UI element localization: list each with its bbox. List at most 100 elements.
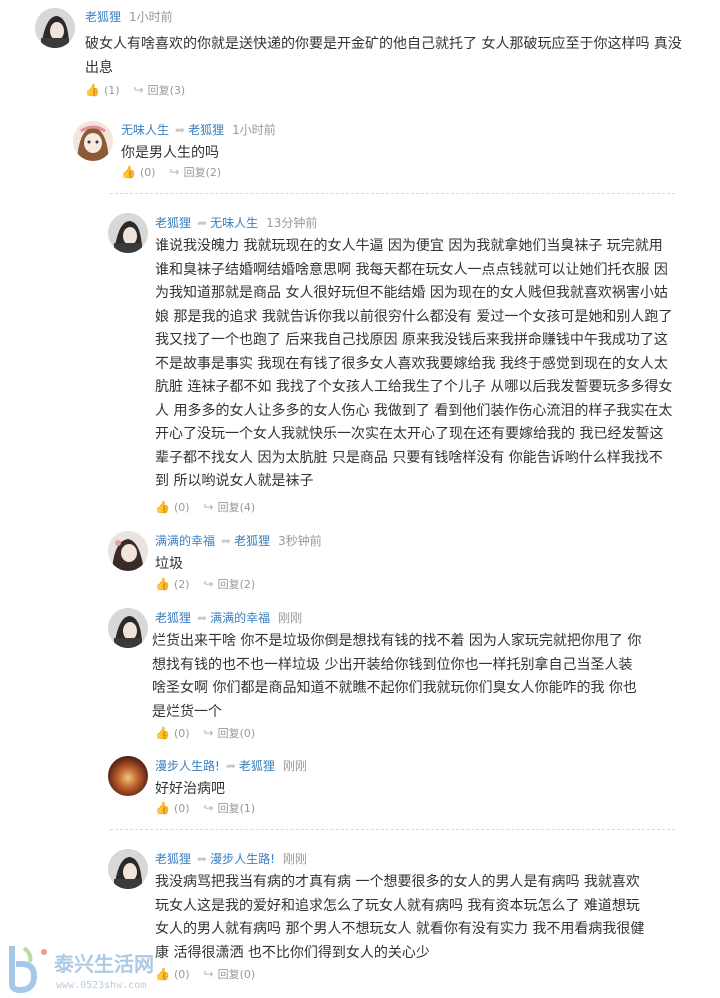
reply-button[interactable]: ↪ 回复(2): [204, 577, 256, 592]
reply-to-arrow-icon: ➦: [225, 759, 236, 773]
thumbs-up-icon: 👍: [155, 726, 170, 740]
avatar[interactable]: [35, 8, 75, 48]
username-link[interactable]: 老狐狸: [155, 611, 191, 625]
reply-label: 回复: [183, 166, 206, 179]
comment-text: 垃圾: [155, 556, 183, 572]
reply-arrow-icon: ↪: [169, 165, 180, 179]
reply-arrow-icon: ↪: [133, 83, 144, 97]
comment-text: 你是男人生的吗: [121, 145, 219, 161]
avatar[interactable]: [108, 531, 148, 571]
comment-meta: 老狐狸 1小时前: [85, 9, 173, 25]
comment-meta: 满满的幸福 ➦ 老狐狸 3秒钟前: [155, 533, 322, 549]
reply-to-user-link[interactable]: 无味人生: [210, 216, 258, 230]
timestamp: 刚刚: [282, 759, 307, 773]
reply-arrow-icon: ↪: [203, 967, 214, 981]
username-link[interactable]: 老狐狸: [85, 10, 121, 24]
like-count: (2): [173, 578, 190, 591]
username-link[interactable]: 老狐狸: [155, 216, 191, 230]
comment-actions: 👍 (0) ↪ 回复(0): [155, 726, 269, 741]
reply-arrow-icon: ↪: [203, 726, 214, 740]
comment-meta: 漫步人生路! ➦ 老狐狸 刚刚: [155, 758, 307, 774]
username-link[interactable]: 满满的幸福: [155, 534, 215, 548]
reply-button[interactable]: ↪ 回复(0): [204, 967, 256, 982]
username-link[interactable]: 漫步人生路!: [155, 759, 220, 773]
reply-count: (2): [239, 578, 256, 591]
like-count: (0): [173, 802, 190, 815]
watermark-site-name: 泰兴生活网: [53, 952, 154, 976]
divider: [110, 829, 675, 830]
watermark-logo-icon: 泰兴生活网 www.0523shw.com: [9, 946, 154, 994]
reply-label: 回复: [217, 501, 240, 514]
thumbs-up-icon: 👍: [155, 577, 170, 591]
username-link[interactable]: 老狐狸: [155, 852, 191, 866]
reply-to-arrow-icon: ➦: [221, 534, 232, 548]
comment-meta: 老狐狸 ➦ 满满的幸福 刚刚: [155, 610, 302, 626]
thumbs-up-icon: 👍: [155, 801, 170, 815]
comment-text: 烂货出来干啥 你不是垃圾你倒是想找有钱的找不着 因为人家玩完就把你甩了 你想找有…: [152, 633, 642, 720]
comment-actions: 👍 (2) ↪ 回复(2): [155, 577, 269, 592]
reply-label: 回复: [217, 802, 240, 815]
divider: [110, 193, 675, 194]
avatar[interactable]: [108, 608, 148, 648]
comment-meta: 老狐狸 ➦ 漫步人生路! 刚刚: [155, 851, 307, 867]
comment-text: 破女人有啥喜欢的你就是送快递的你要是开金矿的他自己就托了 女人那破玩应至于你这样…: [85, 36, 682, 76]
username-link[interactable]: 无味人生: [121, 123, 169, 137]
reply-label: 回复: [217, 578, 240, 591]
reply-label: 回复: [217, 968, 240, 981]
reply-button[interactable]: ↪ 回复(1): [204, 801, 256, 816]
reply-label: 回复: [217, 727, 240, 740]
reply-arrow-icon: ↪: [203, 801, 214, 815]
like-button[interactable]: 👍 (0): [121, 165, 156, 180]
timestamp: 3秒钟前: [278, 534, 322, 548]
reply-to-user-link[interactable]: 漫步人生路!: [210, 852, 275, 866]
reply-arrow-icon: ↪: [203, 577, 214, 591]
reply-to-arrow-icon: ➦: [197, 216, 208, 230]
reply-button[interactable]: ↪ 回复(4): [204, 500, 256, 515]
comment-actions: 👍 (0) ↪ 回复(4): [155, 500, 269, 515]
reply-to-arrow-icon: ➦: [197, 852, 208, 866]
reply-to-user-link[interactable]: 老狐狸: [239, 759, 275, 773]
comment-text: 我没病骂把我当有病的才真有病 一个想要很多的女人的男人是有病吗 我就喜欢玩女人这…: [155, 874, 645, 961]
reply-to-arrow-icon: ➦: [175, 123, 186, 137]
watermark-url: www.0523shw.com: [56, 980, 146, 991]
reply-button[interactable]: ↪ 回复(2): [170, 165, 222, 180]
timestamp: 1小时前: [232, 123, 276, 137]
like-button[interactable]: 👍 (1): [85, 83, 120, 98]
comment-meta: 无味人生 ➦ 老狐狸 1小时前: [121, 122, 276, 138]
timestamp: 刚刚: [278, 611, 303, 625]
timestamp: 1小时前: [129, 10, 173, 24]
like-button[interactable]: 👍 (0): [155, 500, 190, 515]
reply-to-user-link[interactable]: 老狐狸: [234, 534, 270, 548]
site-watermark: 泰兴生活网 www.0523shw.com: [0, 938, 180, 994]
comment-meta: 老狐狸 ➦ 无味人生 13分钟前: [155, 215, 317, 231]
like-count: (0): [173, 727, 190, 740]
reply-count: (3): [169, 84, 186, 97]
like-button[interactable]: 👍 (0): [155, 726, 190, 741]
like-count: (0): [139, 166, 156, 179]
comment-text: 好好治病吧: [155, 781, 225, 797]
thumbs-up-icon: 👍: [85, 83, 100, 97]
avatar[interactable]: [73, 121, 113, 161]
reply-button[interactable]: ↪ 回复(3): [134, 83, 186, 98]
reply-button[interactable]: ↪ 回复(0): [204, 726, 256, 741]
like-button[interactable]: 👍 (2): [155, 577, 190, 592]
reply-count: (0): [239, 968, 256, 981]
avatar[interactable]: [108, 756, 148, 796]
timestamp: 刚刚: [282, 852, 307, 866]
reply-count: (1): [239, 802, 256, 815]
like-button[interactable]: 👍 (0): [155, 801, 190, 816]
like-count: (1): [103, 84, 120, 97]
reply-arrow-icon: ↪: [203, 500, 214, 514]
avatar[interactable]: [108, 849, 148, 889]
avatar[interactable]: [108, 213, 148, 253]
thumbs-up-icon: 👍: [121, 165, 136, 179]
comment-actions: 👍 (0) ↪ 回复(2): [121, 165, 235, 180]
like-count: (0): [173, 501, 190, 514]
reply-to-user-link[interactable]: 满满的幸福: [210, 611, 270, 625]
reply-to-user-link[interactable]: 老狐狸: [188, 123, 224, 137]
comment-actions: 👍 (1) ↪ 回复(3): [85, 83, 199, 98]
timestamp: 13分钟前: [266, 216, 318, 230]
comment-text: 谁说我没魄力 我就玩现在的女人牛逼 因为便宜 因为我就拿她们当臭袜子 玩完就用谁…: [155, 238, 673, 489]
reply-label: 回复: [147, 84, 170, 97]
reply-count: (4): [239, 501, 256, 514]
